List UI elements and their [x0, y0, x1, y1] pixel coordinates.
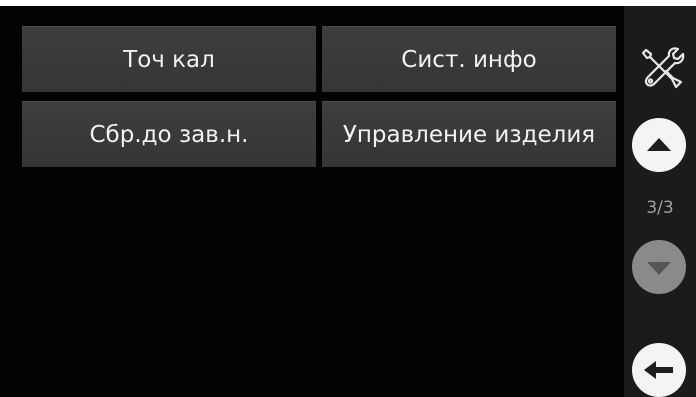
arrow-up-icon [647, 138, 671, 151]
point-calibration-button[interactable]: Точ кал [22, 26, 316, 92]
point-calibration-label: Точ кал [123, 46, 215, 73]
back-button[interactable] [632, 343, 686, 397]
wrench-screwdriver-icon[interactable] [638, 44, 686, 92]
arrow-left-icon [644, 361, 673, 379]
arrow-down-icon [647, 262, 671, 275]
scroll-down-button[interactable] [632, 240, 686, 294]
factory-reset-button[interactable]: Сбр.до зав.н. [22, 101, 316, 167]
device-management-label: Управление изделия [342, 121, 596, 148]
system-info-button[interactable]: Сист. инфо [322, 26, 616, 92]
scroll-up-button[interactable] [632, 118, 686, 172]
page-indicator: 3/3 [646, 198, 674, 218]
factory-reset-label: Сбр.до зав.н. [89, 121, 249, 148]
device-management-button[interactable]: Управление изделия [322, 101, 616, 167]
system-info-label: Сист. инфо [401, 46, 537, 73]
